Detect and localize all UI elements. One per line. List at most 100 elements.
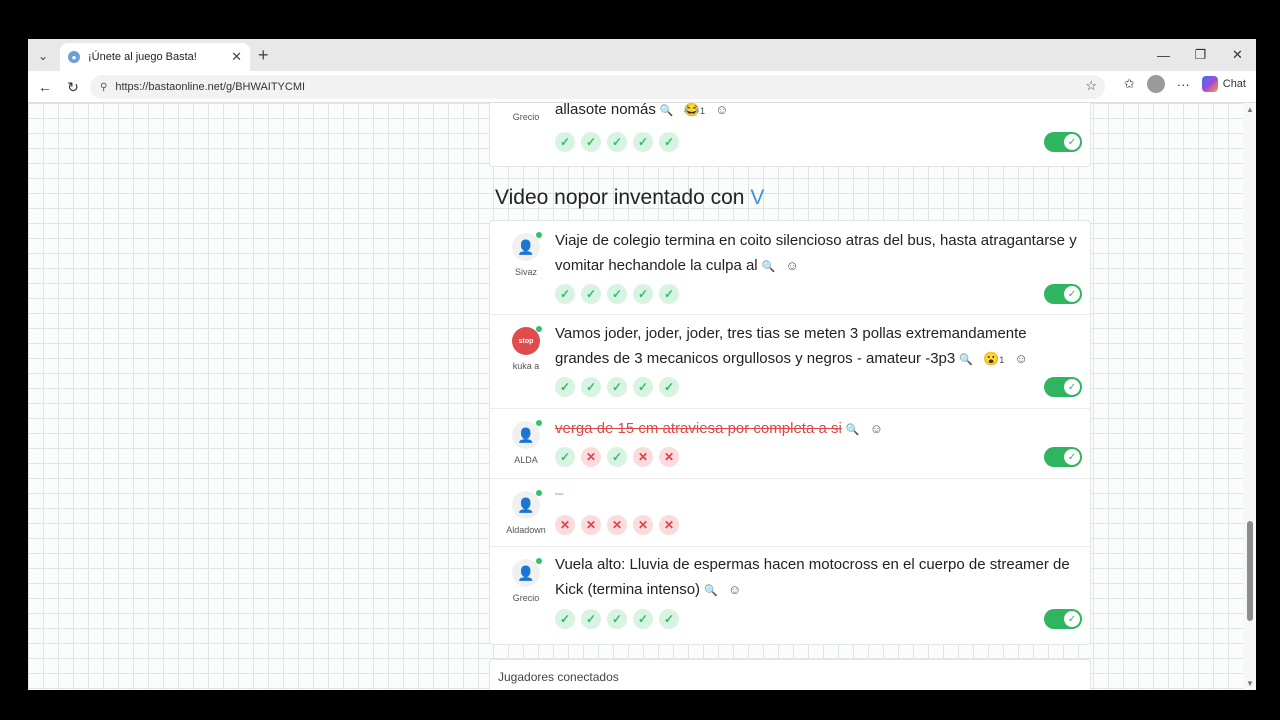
vote-reject[interactable]: ✕: [633, 515, 653, 535]
maximize-icon[interactable]: ❐: [1182, 39, 1219, 71]
scroll-up-icon[interactable]: ▲: [1246, 105, 1254, 114]
player-name: Sivaz: [514, 267, 537, 277]
stop-avatar-icon: stop: [512, 326, 542, 355]
vote-approve[interactable]: ✓: [633, 284, 653, 304]
vote-approve[interactable]: ✓: [607, 132, 627, 152]
tab-list-chevron-icon[interactable]: ⌄: [32, 45, 54, 67]
reaction-emoji[interactable]: 😮: [983, 351, 999, 366]
player-avatar-icon: 👤: [512, 490, 542, 519]
site-favicon-icon: ●: [68, 51, 80, 63]
vote-reject[interactable]: ✕: [555, 515, 575, 535]
profile-avatar[interactable]: [1146, 75, 1165, 93]
validate-toggle[interactable]: [1044, 609, 1082, 629]
vote-reject[interactable]: ✕: [659, 447, 679, 467]
player-avatar-icon: 👤: [512, 558, 542, 587]
avatar-text: stop: [518, 337, 534, 345]
player-avatar-wrap: 👤 Sivaz: [504, 232, 548, 277]
vote-approve[interactable]: ✓: [659, 609, 679, 629]
answer-content: Vamos joder, joder, joder, tres tias se …: [555, 325, 1027, 367]
vote-reject[interactable]: ✕: [607, 515, 627, 535]
player-avatar-icon: 👤: [512, 232, 542, 261]
vote-approve[interactable]: ✓: [555, 132, 575, 152]
vote-approve[interactable]: ✓: [581, 377, 601, 397]
search-icon[interactable]: 🔍: [762, 261, 776, 273]
vote-approve[interactable]: ✓: [659, 377, 679, 397]
copilot-chat-button[interactable]: Chat: [1201, 76, 1246, 92]
search-icon[interactable]: 🔍: [959, 354, 973, 366]
vote-approve[interactable]: ✓: [607, 284, 627, 304]
vote-row: ✓ ✓ ✓ ✓ ✓: [555, 132, 679, 152]
scroll-down-icon[interactable]: ▼: [1246, 679, 1254, 688]
vote-reject[interactable]: ✕: [581, 515, 601, 535]
vote-approve[interactable]: ✓: [633, 132, 653, 152]
vote-approve[interactable]: ✓: [633, 609, 653, 629]
url-text: https://bastaonline.net/g/BHWAITYCMI: [115, 81, 306, 93]
answer-text: Vamos joder, joder, joder, tres tias se …: [555, 321, 1082, 373]
site-info-icon[interactable]: ⚲: [100, 82, 107, 93]
vote-approve[interactable]: ✓: [555, 609, 575, 629]
window-close-icon[interactable]: ✕: [1219, 39, 1256, 71]
more-options-icon[interactable]: ···: [1177, 77, 1190, 92]
back-icon[interactable]: ←: [36, 78, 54, 96]
vote-approve[interactable]: ✓: [581, 609, 601, 629]
entry-row: 👤 Aldadown ‒ ✕ ✕ ✕ ✕ ✕: [490, 479, 1090, 547]
online-dot: [536, 232, 542, 238]
vote-approve[interactable]: ✓: [581, 284, 601, 304]
vote-approve[interactable]: ✓: [555, 377, 575, 397]
add-reaction-icon[interactable]: ☺: [870, 421, 883, 436]
chat-label: Chat: [1222, 78, 1246, 90]
online-dot: [536, 558, 542, 564]
reaction-emoji[interactable]: 😂: [684, 103, 700, 117]
reaction-count: 1: [999, 355, 1005, 365]
scrollbar-thumb[interactable]: [1247, 521, 1253, 621]
answer-content: Vuela alto: Lluvia de espermas hacen mot…: [555, 556, 1070, 598]
vote-approve[interactable]: ✓: [607, 377, 627, 397]
vote-reject[interactable]: ✕: [659, 515, 679, 535]
minimize-icon[interactable]: —: [1145, 39, 1182, 71]
vote-reject[interactable]: ✕: [581, 447, 601, 467]
vote-approve[interactable]: ✓: [607, 609, 627, 629]
online-dot: [536, 490, 542, 496]
address-bar[interactable]: ⚲ https://bastaonline.net/g/BHWAITYCMI ☆: [90, 75, 1105, 99]
player-name: Aldadown: [506, 525, 546, 535]
answer-text: verga de 15 cm atraviesa por completa a …: [555, 416, 1082, 443]
vote-approve[interactable]: ✓: [581, 132, 601, 152]
entry-row: 👤 ALDA verga de 15 cm atraviesa por comp…: [490, 409, 1090, 479]
previous-category-card: Grecio allasote nomás 🔍 😂1 ☺ ✓ ✓ ✓ ✓ ✓: [489, 103, 1091, 167]
favorite-star-icon[interactable]: ☆: [1085, 78, 1097, 94]
tab-close-icon[interactable]: ✕: [231, 49, 242, 65]
vote-row: ✓ ✓ ✓ ✓ ✓: [555, 284, 679, 304]
vote-approve[interactable]: ✓: [633, 377, 653, 397]
vote-approve[interactable]: ✓: [555, 447, 575, 467]
player-avatar-wrap: stop kuka a: [504, 326, 548, 371]
vote-approve[interactable]: ✓: [659, 132, 679, 152]
validate-toggle[interactable]: [1044, 447, 1082, 467]
search-icon[interactable]: 🔍: [704, 585, 718, 597]
add-reaction-icon[interactable]: ☺: [728, 582, 741, 597]
answer-content: Viaje de colegio termina en coito silenc…: [555, 232, 1077, 274]
page-content: Grecio allasote nomás🔍 😂1 ☺ ✓ ✓ ✓ ✓ ✓ Vi: [28, 103, 1243, 690]
validate-toggle[interactable]: [1044, 284, 1082, 304]
search-icon[interactable]: 🔍: [660, 105, 674, 117]
tab-active[interactable]: ● ¡Únete al juego Basta! ✕: [60, 43, 250, 71]
vote-approve[interactable]: ✓: [607, 447, 627, 467]
add-reaction-icon[interactable]: ☺: [786, 258, 799, 273]
answer-text: allasote nomás 🔍 😂1 ☺: [555, 103, 1082, 124]
search-icon[interactable]: 🔍: [846, 424, 860, 436]
validate-toggle[interactable]: [1044, 132, 1082, 152]
vote-reject[interactable]: ✕: [633, 447, 653, 467]
add-reaction-icon[interactable]: ☺: [715, 103, 728, 117]
player-avatar-wrap: 👤 ALDA: [504, 420, 548, 465]
page-scrollbar[interactable]: ▲ ▼: [1243, 103, 1256, 690]
vote-approve[interactable]: ✓: [659, 284, 679, 304]
player-avatar-wrap: Grecio: [504, 103, 548, 122]
tab-title: ¡Únete al juego Basta!: [88, 51, 197, 63]
favorites-icon[interactable]: ✩: [1124, 76, 1135, 92]
new-tab-icon[interactable]: +: [258, 45, 269, 66]
vote-row: ✕ ✕ ✕ ✕ ✕: [555, 515, 679, 535]
add-reaction-icon[interactable]: ☺: [1014, 351, 1027, 366]
vote-row: ✓ ✓ ✓ ✓ ✓: [555, 377, 679, 397]
vote-approve[interactable]: ✓: [555, 284, 575, 304]
reload-icon[interactable]: ↻: [64, 78, 82, 96]
validate-toggle[interactable]: [1044, 377, 1082, 397]
